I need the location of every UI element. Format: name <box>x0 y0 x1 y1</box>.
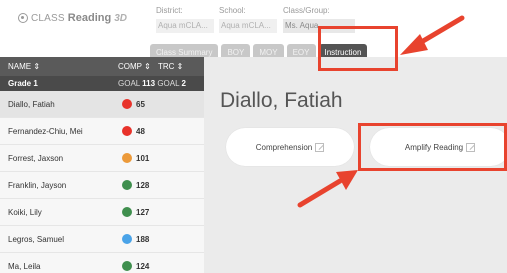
student-row[interactable]: Diallo, Fatiah 65 <box>0 91 204 118</box>
comp-status-dot <box>122 207 132 217</box>
goal-value-trc: 2 <box>181 79 186 88</box>
logo-reading-text: Reading <box>67 12 112 24</box>
student-list: Diallo, Fatiah 65 Fernandez-Chiu, Mei 48… <box>0 91 204 273</box>
student-name: Franklin, Jayson <box>8 180 67 190</box>
instruction-tab-highlight <box>318 26 398 71</box>
comp-score: 65 <box>136 99 145 109</box>
school-select[interactable]: Aqua mCLA... <box>219 19 277 33</box>
school-label: School: <box>219 6 246 15</box>
student-row[interactable]: Franklin, Jayson 128 <box>0 172 204 199</box>
comp-status-dot <box>122 126 132 136</box>
grade-label: Grade 1 <box>8 79 38 88</box>
grade-goals: GOAL 113 GOAL 2 <box>118 79 186 88</box>
sidebar-header: NAME ⇕ COMP ⇕ TRC ⇕ <box>0 57 204 76</box>
goal-label-comp: GOAL <box>118 79 140 88</box>
sort-by-comp[interactable]: COMP ⇕ <box>118 62 158 71</box>
student-name: Legros, Samuel <box>8 234 65 244</box>
student-sidebar: NAME ⇕ COMP ⇕ TRC ⇕ Grade 1 GOAL 113 GOA… <box>0 57 204 273</box>
comp-score: 128 <box>136 180 150 190</box>
logo-class-text: CLASS <box>31 12 65 24</box>
comp-status-dot <box>122 234 132 244</box>
amplify-button-highlight <box>358 123 507 171</box>
grade-row: Grade 1 GOAL 113 GOAL 2 <box>0 76 204 91</box>
student-row[interactable]: Koiki, Lily 127 <box>0 199 204 226</box>
student-row[interactable]: Fernandez-Chiu, Mei 48 <box>0 118 204 145</box>
student-row[interactable]: Forrest, Jaxson 101 <box>0 145 204 172</box>
goal-value-comp: 113 <box>142 79 156 88</box>
sort-by-trc[interactable]: TRC ⇕ <box>158 62 183 71</box>
district-label: District: <box>156 6 183 15</box>
arrow-to-instruction-tab-icon <box>400 15 465 55</box>
student-name: Forrest, Jaxson <box>8 153 64 163</box>
comp-status-dot <box>122 153 132 163</box>
sort-by-name[interactable]: NAME ⇕ <box>8 62 118 71</box>
district-select[interactable]: Aqua mCLA... <box>156 19 214 33</box>
comp-score: 48 <box>136 126 145 136</box>
comp-score: 188 <box>136 234 150 244</box>
student-name: Koiki, Lily <box>8 207 42 217</box>
student-name: Ma, Leila <box>8 261 41 271</box>
student-row[interactable]: Ma, Leila 124 <box>0 253 204 273</box>
student-name: Fernandez-Chiu, Mei <box>8 126 83 136</box>
comp-status-dot <box>122 261 132 271</box>
district-filter: District: Aqua mCLA... <box>156 6 214 33</box>
student-name: Diallo, Fatiah <box>8 99 55 109</box>
comprehension-button[interactable]: Comprehension <box>226 128 354 166</box>
comp-score: 127 <box>136 207 150 217</box>
logo-mark-icon <box>18 13 28 23</box>
comp-score: 124 <box>136 261 150 271</box>
school-filter: School: Aqua mCLA... <box>219 6 277 33</box>
class-group-label: Class/Group: <box>283 6 330 15</box>
comprehension-label: Comprehension <box>255 142 313 152</box>
external-link-icon <box>315 142 325 152</box>
app-window: CLASS Reading 3D District: Aqua mCLA... … <box>0 0 507 273</box>
logo-3d-text: 3D <box>114 12 127 24</box>
student-title: Diallo, Fatiah <box>220 89 343 112</box>
comp-score: 101 <box>136 153 150 163</box>
comp-status-dot <box>122 180 132 190</box>
comp-status-dot <box>122 99 132 109</box>
goal-label-trc: GOAL <box>157 79 180 88</box>
student-row[interactable]: Legros, Samuel 188 <box>0 226 204 253</box>
app-logo[interactable]: CLASS Reading 3D <box>18 6 127 30</box>
